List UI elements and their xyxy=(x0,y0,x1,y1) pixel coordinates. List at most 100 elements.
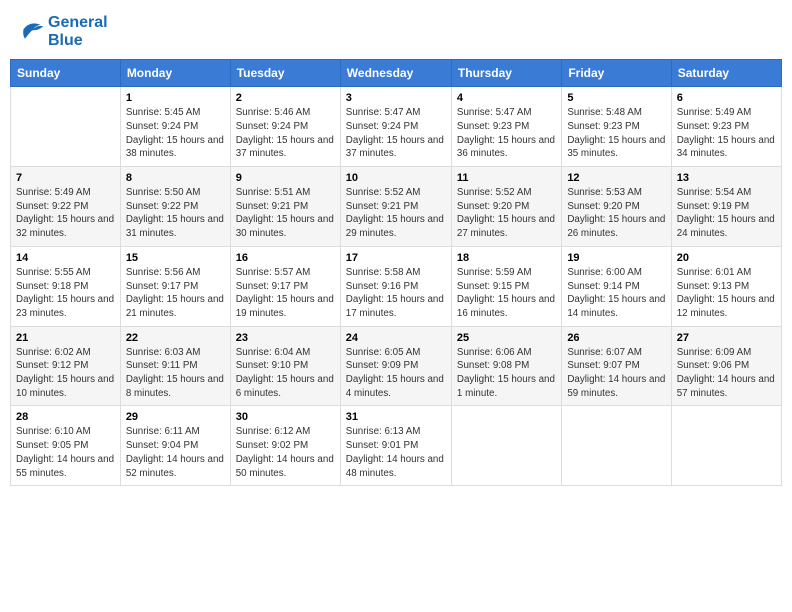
day-info: Sunrise: 5:50 AMSunset: 9:22 PMDaylight:… xyxy=(126,186,225,241)
calendar-week-4: 21 Sunrise: 6:02 AMSunset: 9:12 PMDayligh… xyxy=(11,326,782,406)
day-info: Sunrise: 5:47 AMSunset: 9:24 PMDaylight:… xyxy=(346,106,446,161)
day-number: 6 xyxy=(677,92,776,104)
day-info: Sunrise: 5:57 AMSunset: 9:17 PMDaylight:… xyxy=(236,266,335,321)
calendar-cell: 1 Sunrise: 5:45 AMSunset: 9:24 PMDaylight… xyxy=(120,87,230,167)
calendar-cell: 27 Sunrise: 6:09 AMSunset: 9:06 PMDayligh… xyxy=(671,326,781,406)
calendar-cell: 24Sunrise: 6:05 AMSunset: 9:09 PMDayligh… xyxy=(340,326,451,406)
day-info: Sunrise: 6:12 AMSunset: 9:02 PMDaylight:… xyxy=(236,425,335,480)
day-info: Sunrise: 6:04 AMSunset: 9:10 PMDaylight:… xyxy=(236,346,335,401)
calendar-week-1: 1 Sunrise: 5:45 AMSunset: 9:24 PMDaylight… xyxy=(11,87,782,167)
day-number: 7 xyxy=(16,172,115,184)
calendar-cell: 9 Sunrise: 5:51 AMSunset: 9:21 PMDaylight… xyxy=(230,167,340,247)
day-info: Sunrise: 6:00 AMSunset: 9:14 PMDaylight:… xyxy=(567,266,665,321)
day-info: Sunrise: 5:55 AMSunset: 9:18 PMDaylight:… xyxy=(16,266,115,321)
calendar-cell: 20 Sunrise: 6:01 AMSunset: 9:13 PMDayligh… xyxy=(671,246,781,326)
calendar-cell: 6 Sunrise: 5:49 AMSunset: 9:23 PMDaylight… xyxy=(671,87,781,167)
calendar-cell: 21 Sunrise: 6:02 AMSunset: 9:12 PMDayligh… xyxy=(11,326,121,406)
day-info: Sunrise: 6:11 AMSunset: 9:04 PMDaylight:… xyxy=(126,425,225,480)
day-number: 14 xyxy=(16,252,115,264)
day-number: 9 xyxy=(236,172,335,184)
calendar-cell: 18 Sunrise: 5:59 AMSunset: 9:15 PMDayligh… xyxy=(451,246,561,326)
day-info: Sunrise: 6:01 AMSunset: 9:13 PMDaylight:… xyxy=(677,266,776,321)
calendar-cell: 30 Sunrise: 6:12 AMSunset: 9:02 PMDayligh… xyxy=(230,406,340,486)
day-number: 8 xyxy=(126,172,225,184)
calendar-cell: 12 Sunrise: 5:53 AMSunset: 9:20 PMDayligh… xyxy=(562,167,671,247)
calendar-cell: 15 Sunrise: 5:56 AMSunset: 9:17 PMDayligh… xyxy=(120,246,230,326)
day-info: Sunrise: 6:06 AMSunset: 9:08 PMDaylight:… xyxy=(457,346,556,401)
day-info: Sunrise: 5:49 AMSunset: 9:23 PMDaylight:… xyxy=(677,106,776,161)
day-info: Sunrise: 6:03 AMSunset: 9:11 PMDaylight:… xyxy=(126,346,225,401)
calendar-cell: 8 Sunrise: 5:50 AMSunset: 9:22 PMDaylight… xyxy=(120,167,230,247)
calendar-cell: 14 Sunrise: 5:55 AMSunset: 9:18 PMDayligh… xyxy=(11,246,121,326)
calendar-cell: 31 Sunrise: 6:13 AMSunset: 9:01 PMDayligh… xyxy=(340,406,451,486)
day-info: Sunrise: 5:58 AMSunset: 9:16 PMDaylight:… xyxy=(346,266,446,321)
weekday-header-wednesday: Wednesday xyxy=(340,60,451,87)
day-number: 31 xyxy=(346,411,446,423)
calendar-cell: 29Sunrise: 6:11 AMSunset: 9:04 PMDayligh… xyxy=(120,406,230,486)
logo-text: General Blue xyxy=(48,14,108,49)
day-info: Sunrise: 5:48 AMSunset: 9:23 PMDaylight:… xyxy=(567,106,665,161)
day-info: Sunrise: 5:56 AMSunset: 9:17 PMDaylight:… xyxy=(126,266,225,321)
calendar-cell: 7 Sunrise: 5:49 AMSunset: 9:22 PMDaylight… xyxy=(11,167,121,247)
day-number: 26 xyxy=(567,332,665,344)
calendar-week-3: 14 Sunrise: 5:55 AMSunset: 9:18 PMDayligh… xyxy=(11,246,782,326)
day-number: 22 xyxy=(126,332,225,344)
calendar-cell xyxy=(671,406,781,486)
calendar-cell: 3 Sunrise: 5:47 AMSunset: 9:24 PMDaylight… xyxy=(340,87,451,167)
day-number: 2 xyxy=(236,92,335,104)
day-number: 17 xyxy=(346,252,446,264)
calendar-cell: 26 Sunrise: 6:07 AMSunset: 9:07 PMDayligh… xyxy=(562,326,671,406)
day-info: Sunrise: 6:09 AMSunset: 9:06 PMDaylight:… xyxy=(677,346,776,401)
day-number: 4 xyxy=(457,92,556,104)
logo: General Blue xyxy=(18,14,108,49)
day-number: 18 xyxy=(457,252,556,264)
day-number: 15 xyxy=(126,252,225,264)
day-number: 27 xyxy=(677,332,776,344)
day-info: Sunrise: 6:02 AMSunset: 9:12 PMDaylight:… xyxy=(16,346,115,401)
calendar-cell: 23 Sunrise: 6:04 AMSunset: 9:10 PMDayligh… xyxy=(230,326,340,406)
day-info: Sunrise: 5:53 AMSunset: 9:20 PMDaylight:… xyxy=(567,186,665,241)
calendar-cell: 11Sunrise: 5:52 AMSunset: 9:20 PMDayligh… xyxy=(451,167,561,247)
day-number: 21 xyxy=(16,332,115,344)
day-number: 19 xyxy=(567,252,665,264)
calendar-cell: 19 Sunrise: 6:00 AMSunset: 9:14 PMDayligh… xyxy=(562,246,671,326)
day-number: 5 xyxy=(567,92,665,104)
day-info: Sunrise: 5:52 AMSunset: 9:21 PMDaylight:… xyxy=(346,186,446,241)
calendar-header-row: SundayMondayTuesdayWednesdayThursdayFrid… xyxy=(11,60,782,87)
calendar-cell: 16 Sunrise: 5:57 AMSunset: 9:17 PMDayligh… xyxy=(230,246,340,326)
weekday-header-tuesday: Tuesday xyxy=(230,60,340,87)
day-number: 10 xyxy=(346,172,446,184)
calendar-cell: 22 Sunrise: 6:03 AMSunset: 9:11 PMDayligh… xyxy=(120,326,230,406)
day-number: 3 xyxy=(346,92,446,104)
day-info: Sunrise: 5:45 AMSunset: 9:24 PMDaylight:… xyxy=(126,106,225,161)
day-number: 25 xyxy=(457,332,556,344)
calendar-week-5: 28 Sunrise: 6:10 AMSunset: 9:05 PMDayligh… xyxy=(11,406,782,486)
day-number: 1 xyxy=(126,92,225,104)
calendar-cell xyxy=(451,406,561,486)
day-number: 16 xyxy=(236,252,335,264)
day-number: 20 xyxy=(677,252,776,264)
weekday-header-friday: Friday xyxy=(562,60,671,87)
day-number: 13 xyxy=(677,172,776,184)
day-number: 30 xyxy=(236,411,335,423)
day-info: Sunrise: 6:10 AMSunset: 9:05 PMDaylight:… xyxy=(16,425,115,480)
day-number: 24 xyxy=(346,332,446,344)
logo-icon xyxy=(18,15,46,43)
calendar-cell: 2Sunrise: 5:46 AMSunset: 9:24 PMDaylight… xyxy=(230,87,340,167)
day-number: 23 xyxy=(236,332,335,344)
day-number: 28 xyxy=(16,411,115,423)
day-info: Sunrise: 6:13 AMSunset: 9:01 PMDaylight:… xyxy=(346,425,446,480)
calendar-cell: 10 Sunrise: 5:52 AMSunset: 9:21 PMDayligh… xyxy=(340,167,451,247)
day-info: Sunrise: 5:52 AMSunset: 9:20 PMDaylight:… xyxy=(457,186,556,241)
day-info: Sunrise: 5:54 AMSunset: 9:19 PMDaylight:… xyxy=(677,186,776,241)
weekday-header-thursday: Thursday xyxy=(451,60,561,87)
day-info: Sunrise: 5:51 AMSunset: 9:21 PMDaylight:… xyxy=(236,186,335,241)
day-info: Sunrise: 6:07 AMSunset: 9:07 PMDaylight:… xyxy=(567,346,665,401)
day-info: Sunrise: 5:49 AMSunset: 9:22 PMDaylight:… xyxy=(16,186,115,241)
day-info: Sunrise: 5:47 AMSunset: 9:23 PMDaylight:… xyxy=(457,106,556,161)
page-header: General Blue xyxy=(10,10,782,53)
day-number: 12 xyxy=(567,172,665,184)
calendar-week-2: 7 Sunrise: 5:49 AMSunset: 9:22 PMDaylight… xyxy=(11,167,782,247)
calendar-cell xyxy=(11,87,121,167)
day-info: Sunrise: 5:59 AMSunset: 9:15 PMDaylight:… xyxy=(457,266,556,321)
